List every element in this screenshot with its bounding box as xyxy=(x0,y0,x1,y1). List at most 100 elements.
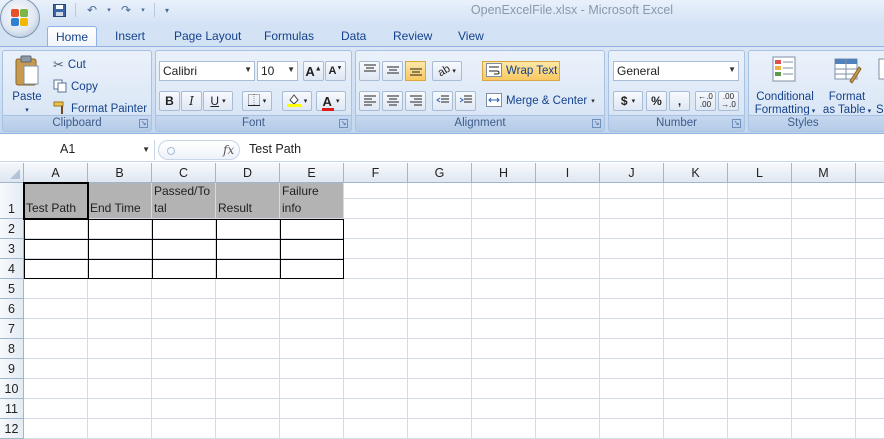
format-as-table-button[interactable]: Format as Table ▾ xyxy=(821,55,873,118)
font-color-button[interactable]: A ▾ xyxy=(316,91,346,111)
select-all-button[interactable] xyxy=(0,163,24,183)
column-header-b[interactable]: B xyxy=(88,163,152,183)
row-header-10[interactable]: 10 xyxy=(0,379,24,399)
row-header-8[interactable]: 8 xyxy=(0,339,24,359)
formula-input[interactable]: Test Path xyxy=(244,140,884,160)
column-header-d[interactable]: D xyxy=(216,163,280,183)
column-header-f[interactable]: F xyxy=(344,163,408,183)
currency-button[interactable]: $ ▾ xyxy=(613,91,643,111)
comma-button[interactable]: , xyxy=(669,91,690,111)
copy-button[interactable]: Copy xyxy=(53,78,98,96)
tab-page-layout[interactable]: Page Layout xyxy=(174,26,244,46)
row-header-6[interactable]: 6 xyxy=(0,299,24,319)
align-right-icon xyxy=(409,94,423,109)
decrease-decimal-button[interactable]: .00 →.0 xyxy=(718,91,739,111)
column-header-partial xyxy=(856,163,884,183)
conditional-formatting-dropdown-icon: ▾ xyxy=(811,108,816,115)
cell-b1[interactable]: End Time xyxy=(88,183,152,219)
increase-indent-icon xyxy=(459,94,473,109)
column-header-e[interactable]: E xyxy=(280,163,344,183)
clipboard-launcher-icon[interactable]: ↘ xyxy=(139,119,148,128)
table-row[interactable] xyxy=(24,239,344,259)
align-bottom-button[interactable] xyxy=(405,61,426,81)
conditional-formatting-button[interactable]: Conditional Formatting ▾ xyxy=(752,55,818,118)
column-header-k[interactable]: K xyxy=(664,163,728,183)
fill-color-button[interactable]: ▾ xyxy=(282,91,312,111)
orientation-button[interactable]: ab ▾ xyxy=(432,61,462,81)
merge-center-button[interactable]: Merge & Center ▾ xyxy=(482,91,600,111)
format-as-table-icon xyxy=(832,55,862,85)
column-header-l[interactable]: L xyxy=(728,163,792,183)
column-header-h[interactable]: H xyxy=(472,163,536,183)
font-launcher-icon[interactable]: ↘ xyxy=(339,119,348,128)
insert-function-icon[interactable]: fx xyxy=(223,143,234,157)
cell-a1[interactable]: Test Path xyxy=(24,183,88,219)
copy-icon xyxy=(53,79,67,96)
font-size-combo[interactable]: 10 ▼ xyxy=(257,61,298,81)
cut-label: Cut xyxy=(67,59,86,71)
table-row[interactable] xyxy=(24,219,344,239)
row-header-2[interactable]: 2 xyxy=(0,219,24,239)
tab-review[interactable]: Review xyxy=(393,26,435,46)
italic-button[interactable]: I xyxy=(181,91,202,111)
row-header-1[interactable]: 1 xyxy=(0,183,24,219)
cell-d1[interactable]: Result xyxy=(216,183,280,219)
grow-font-button[interactable]: A▲ xyxy=(303,61,324,81)
decrease-indent-button[interactable] xyxy=(432,91,453,111)
column-header-g[interactable]: G xyxy=(408,163,472,183)
table-row[interactable] xyxy=(24,259,344,279)
tab-insert[interactable]: Insert xyxy=(115,26,155,46)
font-name-combo[interactable]: Calibri ▼ xyxy=(159,61,255,81)
row-header-11[interactable]: 11 xyxy=(0,399,24,419)
row-header-4[interactable]: 4 xyxy=(0,259,24,279)
bold-button[interactable]: B xyxy=(159,91,180,111)
name-box[interactable]: A1 ▼ xyxy=(0,140,155,160)
bold-label: B xyxy=(165,94,174,108)
cut-button[interactable]: ✂ Cut xyxy=(53,56,86,74)
paste-button[interactable]: Paste ▾ xyxy=(7,55,47,115)
decrease-decimal-icon: .00 →.0 xyxy=(721,92,736,109)
borders-button[interactable]: ▾ xyxy=(242,91,272,111)
font-name-dropdown-icon: ▼ xyxy=(244,65,252,74)
percent-button[interactable]: % xyxy=(646,91,667,111)
align-center-button[interactable] xyxy=(382,91,403,111)
row-header-5[interactable]: 5 xyxy=(0,279,24,299)
row-header-3[interactable]: 3 xyxy=(0,239,24,259)
align-middle-icon xyxy=(386,64,400,79)
merge-center-label: Merge & Center xyxy=(506,95,588,107)
row-header-7[interactable]: 7 xyxy=(0,319,24,339)
row-header-12[interactable]: 12 xyxy=(0,419,24,439)
column-header-i[interactable]: I xyxy=(536,163,600,183)
increase-decimal-button[interactable]: ←.0.00 xyxy=(695,91,716,111)
row-header-9[interactable]: 9 xyxy=(0,359,24,379)
column-header-c[interactable]: C xyxy=(152,163,216,183)
align-middle-button[interactable] xyxy=(382,61,403,81)
number-format-combo[interactable]: General ▼ xyxy=(613,61,739,81)
tab-home[interactable]: Home xyxy=(47,26,97,46)
shrink-font-button[interactable]: A▼ xyxy=(325,61,346,81)
cell-a1-text: Test Path xyxy=(26,201,77,215)
name-box-dropdown-icon[interactable]: ▼ xyxy=(142,145,150,154)
column-header-a[interactable]: A xyxy=(24,163,88,183)
number-launcher-icon[interactable]: ↘ xyxy=(732,119,741,128)
tab-formulas[interactable]: Formulas xyxy=(264,26,316,46)
align-top-button[interactable] xyxy=(359,61,380,81)
underline-button[interactable]: U ▾ xyxy=(203,91,233,111)
window-title: OpenExcelFile.xlsx - Microsoft Excel xyxy=(470,3,674,17)
tab-data[interactable]: Data xyxy=(341,26,371,46)
cell-b1-text: End Time xyxy=(90,201,141,215)
font-size-value: 10 xyxy=(261,64,275,78)
cell-c1[interactable]: Passed/To tal xyxy=(152,183,216,219)
wrap-text-button[interactable]: Wrap Text xyxy=(482,61,560,81)
column-header-m[interactable]: M xyxy=(792,163,856,183)
align-right-button[interactable] xyxy=(405,91,426,111)
cell-styles-button[interactable]: S xyxy=(876,55,884,117)
column-header-j[interactable]: J xyxy=(600,163,664,183)
tab-view[interactable]: View xyxy=(458,26,488,46)
align-left-button[interactable] xyxy=(359,91,380,111)
cell-e1[interactable]: Failure info xyxy=(280,183,344,219)
font-name-value: Calibri xyxy=(163,64,198,78)
alignment-launcher-icon[interactable]: ↘ xyxy=(592,119,601,128)
increase-indent-button[interactable] xyxy=(455,91,476,111)
copy-label: Copy xyxy=(71,81,98,93)
